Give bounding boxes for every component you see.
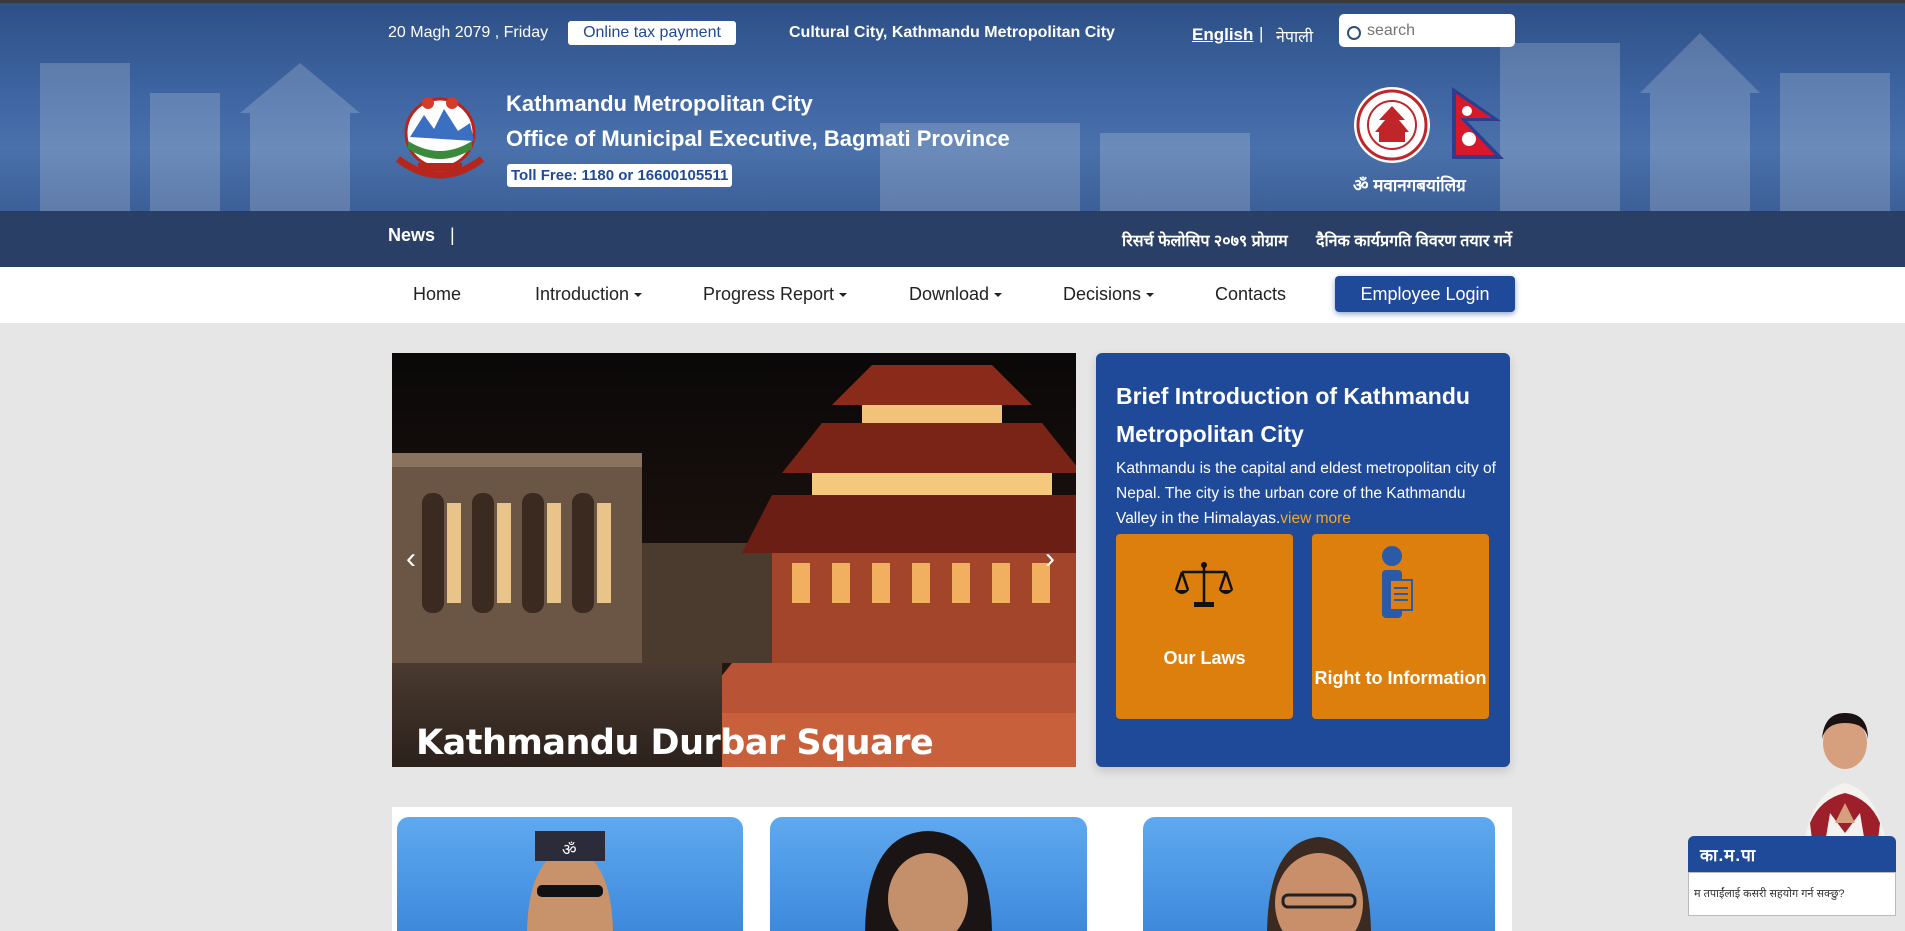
nav-contacts-label: Contacts xyxy=(1215,284,1287,304)
nav-progress-report-label: Progress Report xyxy=(703,284,835,304)
search-icon[interactable] xyxy=(1347,26,1361,40)
intro-card: Brief Introduction of Kathmandu Metropol… xyxy=(1096,353,1510,767)
nav-decisions-label: Decisions xyxy=(1063,284,1142,304)
nav-contacts[interactable]: Contacts xyxy=(1215,284,1286,305)
nav-decisions[interactable]: Decisions xyxy=(1063,284,1155,305)
news-item[interactable]: दैनिक कार्यप्रगति विवरण तयार गर्ने xyxy=(1316,229,1512,251)
right-to-information-label: Right to Information xyxy=(1314,668,1487,688)
header-banner: 20 Magh 2079 , Friday Online tax payment… xyxy=(0,3,1905,211)
official-card[interactable]: ॐ xyxy=(397,817,743,931)
news-ticker-bar xyxy=(0,211,1905,267)
language-english-link[interactable]: English xyxy=(1192,25,1253,45)
main-navigation: Home Introduction Progress Report Downlo… xyxy=(0,267,1905,323)
nav-progress-report[interactable]: Progress Report xyxy=(703,284,848,305)
chatbot-title: का.म.पा xyxy=(1700,846,1757,865)
chatbot-message: म तपाईंलाई कसरी सहयोग गर्न सक्छु? xyxy=(1694,888,1845,900)
news-item[interactable]: रिसर्च फेलोसिप २०७९ प्रोग्राम xyxy=(1122,229,1288,251)
nav-download-label: Download xyxy=(909,284,990,304)
news-label: News xyxy=(388,225,436,245)
nav-home[interactable]: Home xyxy=(413,284,461,305)
site-subtitle: Office of Municipal Executive, Bagmati P… xyxy=(506,126,1010,151)
right-to-information-tile[interactable]: Right to Information xyxy=(1312,534,1489,719)
news-separator: | xyxy=(450,225,455,245)
nav-introduction-label: Introduction xyxy=(535,284,630,304)
our-laws-tile[interactable]: Our Laws xyxy=(1116,534,1293,719)
information-person-icon xyxy=(1382,546,1413,618)
view-more-link[interactable]: view more xyxy=(1280,510,1351,527)
site-title: Kathmandu Metropolitan City xyxy=(506,91,813,116)
kmc-seal-logo xyxy=(1353,86,1431,164)
caret-down-icon xyxy=(839,293,848,298)
nepal-flag-icon xyxy=(1449,85,1507,161)
chatbot-widget[interactable]: का.म.पा म तपाईंलाई कसरी सहयोग गर्न सक्छु… xyxy=(1688,836,1896,920)
city-slogan: Cultural City, Kathmandu Metropolitan Ci… xyxy=(789,24,1115,41)
intro-title: Brief Introduction of Kathmandu Metropol… xyxy=(1116,383,1470,447)
nav-home-label: Home xyxy=(413,284,462,304)
slide-caption: Kathmandu Durbar Square xyxy=(416,723,934,763)
official-photo xyxy=(865,831,992,931)
nepal-emblem-logo[interactable] xyxy=(388,89,492,181)
chevron-left-icon[interactable]: ‹ xyxy=(406,544,416,574)
search-box[interactable] xyxy=(1339,14,1515,47)
svg-text:ॐ: ॐ xyxy=(562,841,577,859)
chatbot-header[interactable]: का.म.पा xyxy=(1688,836,1896,872)
slide-image xyxy=(392,353,1076,767)
chatbot-body[interactable]: म तपाईंलाई कसरी सहयोग गर्न सक्छु? xyxy=(1688,872,1896,916)
caret-down-icon xyxy=(994,293,1003,298)
scales-icon xyxy=(1174,562,1234,607)
toll-free-badge: Toll Free: 1180 or 16600105511 xyxy=(507,164,733,187)
official-card[interactable] xyxy=(1143,817,1495,931)
current-date: 20 Magh 2079 , Friday xyxy=(388,24,549,41)
our-laws-label: Our Laws xyxy=(1163,648,1246,668)
online-tax-payment-button[interactable]: Online tax payment xyxy=(568,21,736,45)
official-photo xyxy=(1267,837,1371,931)
officials-section: ॐ xyxy=(392,807,1512,931)
nav-download[interactable]: Download xyxy=(909,284,1003,305)
seal-caption: ॐ मवानगबयांलिग्र xyxy=(1353,176,1466,195)
language-nepali-link[interactable]: नेपाली xyxy=(1276,25,1313,47)
search-input[interactable] xyxy=(1367,21,1507,40)
caret-down-icon xyxy=(1146,293,1155,298)
intro-text: Kathmandu is the capital and eldest metr… xyxy=(1116,456,1500,531)
chevron-right-icon[interactable]: › xyxy=(1045,544,1055,574)
official-photo: ॐ xyxy=(527,831,613,931)
employee-login-button[interactable]: Employee Login xyxy=(1335,276,1515,312)
language-separator: | xyxy=(1259,24,1264,43)
caret-down-icon xyxy=(634,293,643,298)
nav-introduction[interactable]: Introduction xyxy=(535,284,643,305)
image-slider[interactable]: ‹ › Kathmandu Durbar Square xyxy=(392,353,1076,767)
official-card[interactable] xyxy=(770,817,1087,931)
